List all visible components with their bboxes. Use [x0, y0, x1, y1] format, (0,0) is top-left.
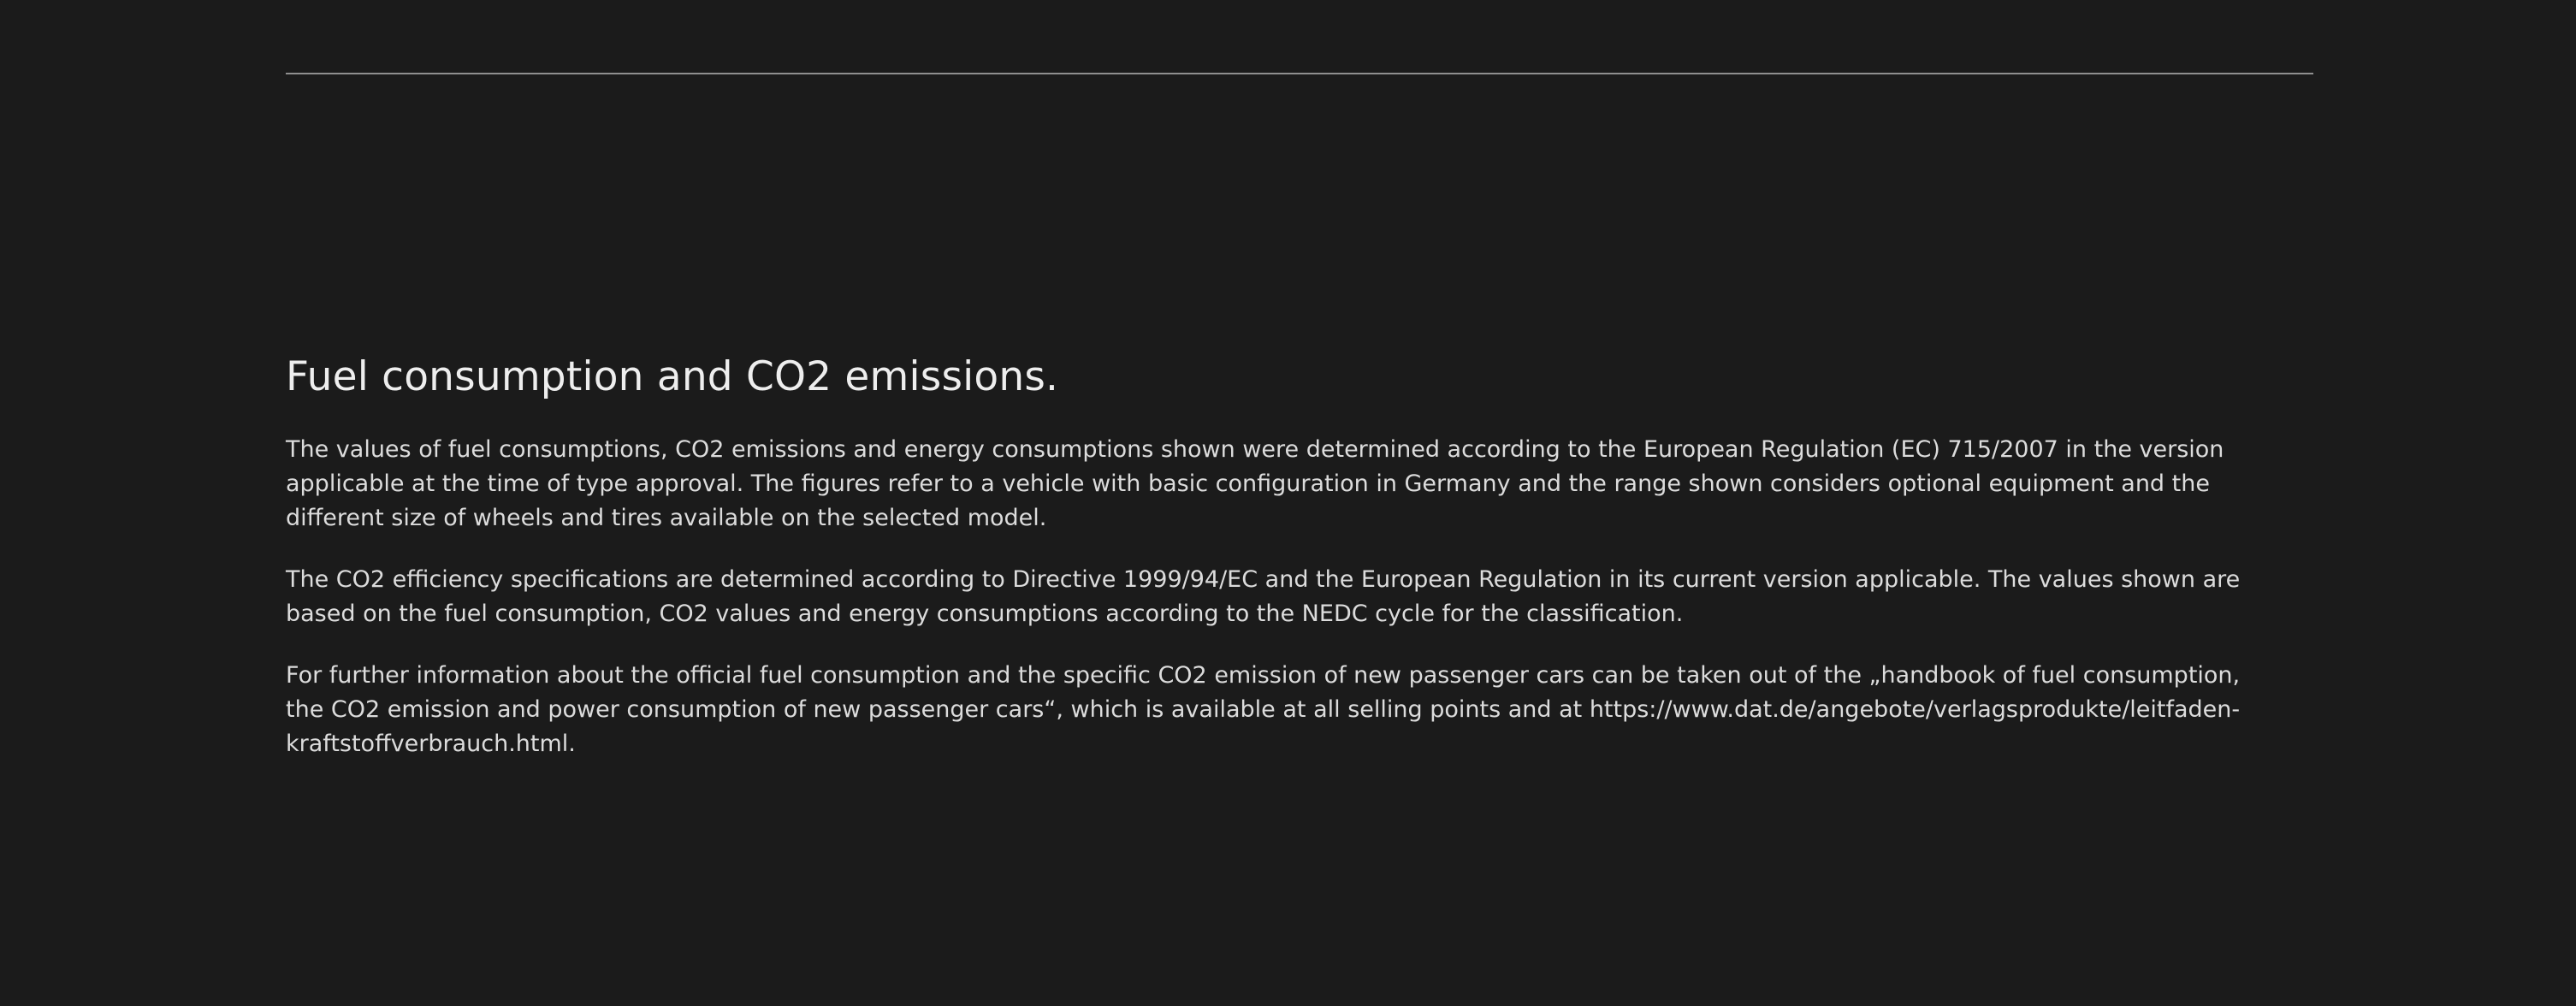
disclaimer-paragraph-1: The values of fuel consumptions, CO2 emi… [286, 436, 2224, 531]
top-divider [286, 73, 2313, 74]
disclaimer-paragraph-3: For further information about the offici… [286, 662, 2241, 757]
page: Fuel consumption and CO2 emissions. The … [0, 0, 2576, 1006]
section-title: Fuel consumption and CO2 emissions. [286, 353, 1059, 400]
disclaimer-paragraph-2: The CO2 efficiency specifications are de… [286, 566, 2241, 627]
fuel-consumption-disclaimer: Fuel consumption and CO2 emissions. The … [286, 347, 2271, 761]
